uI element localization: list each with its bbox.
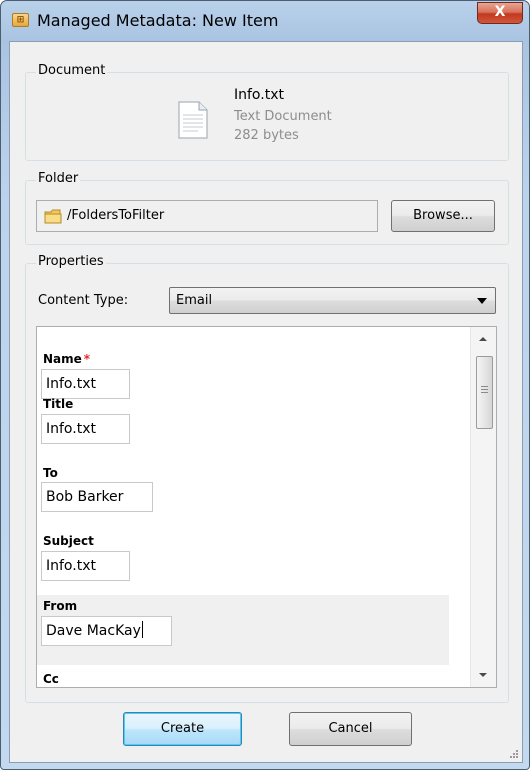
document-group-label: Document <box>36 63 108 78</box>
document-file-name: Info.txt <box>234 87 284 103</box>
title-bar[interactable]: ⊞ Managed Metadata: New Item X <box>1 1 529 41</box>
document-file-size: 282 bytes <box>234 128 299 143</box>
required-mark: * <box>83 352 91 366</box>
chevron-down-icon <box>477 298 487 304</box>
folder-group: Folder /FoldersToFilter Browse... <box>25 171 509 245</box>
folder-path-text: /FoldersToFilter <box>67 208 165 223</box>
text-caret <box>141 621 143 638</box>
content-type-label: Content Type: <box>38 293 129 308</box>
create-button[interactable]: Create <box>123 712 242 746</box>
folder-icon <box>44 209 62 224</box>
dialog-window: ⊞ Managed Metadata: New Item X Document … <box>0 0 530 770</box>
text-file-icon <box>178 101 208 139</box>
field-title-label: Title <box>43 397 74 411</box>
to-input[interactable]: Bob Barker <box>41 482 153 512</box>
scroll-up-icon[interactable] <box>479 337 487 341</box>
content-type-select[interactable]: Email <box>169 287 496 314</box>
title-input[interactable]: Info.txt <box>41 414 130 444</box>
field-cc: Cc <box>37 665 449 687</box>
from-input-value: Dave MacKay <box>46 623 141 639</box>
field-to-label: To <box>43 466 58 480</box>
content-type-value: Email <box>176 293 213 308</box>
folder-path-field[interactable]: /FoldersToFilter <box>36 200 378 232</box>
properties-list[interactable]: Name * Info.txt Title Info.txt To Bob Bar… <box>36 326 497 688</box>
scroll-thumb[interactable] <box>476 356 493 429</box>
window-title: Managed Metadata: New Item <box>37 11 279 30</box>
properties-group-label: Properties <box>36 254 106 269</box>
field-name: Name * Info.txt <box>37 327 449 399</box>
subject-input[interactable]: Info.txt <box>41 551 130 581</box>
properties-group: Properties Content Type: Email Name * Inf… <box>25 254 509 703</box>
field-name-label: Name <box>43 352 82 366</box>
resize-grip-icon[interactable] <box>509 749 519 759</box>
field-subject: Subject Info.txt <box>37 529 449 595</box>
document-group: Document Info.txt Text Document 282 byte… <box>25 63 509 161</box>
field-subject-label: Subject <box>43 534 94 548</box>
dialog-client-area: Document Info.txt Text Document 282 byte… <box>9 41 523 763</box>
close-button[interactable]: X <box>477 2 523 24</box>
scroll-down-icon[interactable] <box>479 673 487 677</box>
from-input[interactable]: Dave MacKay <box>41 616 172 646</box>
field-title: Title Info.txt <box>37 393 449 461</box>
cancel-button[interactable]: Cancel <box>289 712 412 746</box>
properties-scrollbar[interactable] <box>470 327 496 687</box>
folder-group-label: Folder <box>36 171 81 186</box>
browse-button[interactable]: Browse... <box>391 200 495 232</box>
field-cc-label: Cc <box>43 672 59 686</box>
app-folder-icon: ⊞ <box>12 13 29 27</box>
field-from-label: From <box>43 599 78 613</box>
grip-icon <box>481 386 488 387</box>
field-to: To Bob Barker <box>37 461 449 529</box>
field-from: From Dave MacKay <box>37 595 449 665</box>
document-file-type: Text Document <box>234 109 332 124</box>
